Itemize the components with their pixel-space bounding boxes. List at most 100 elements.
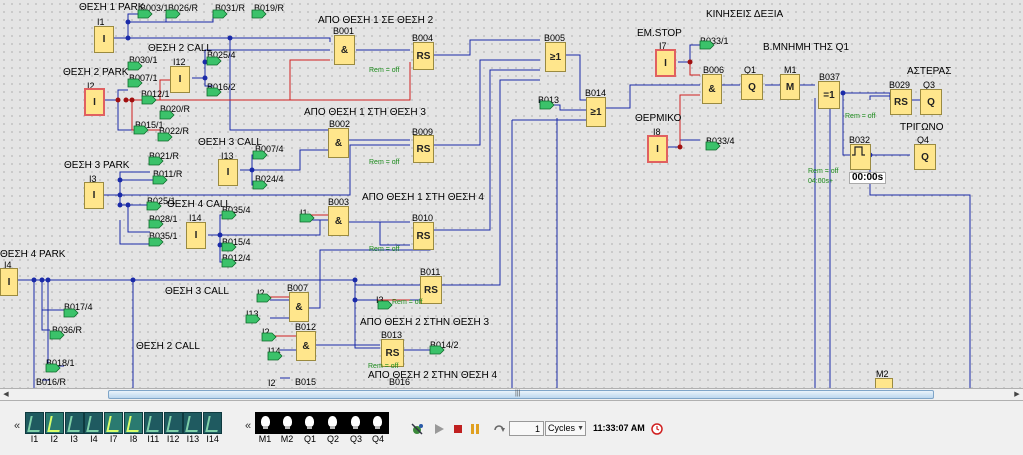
input-block-i12[interactable]: I: [170, 66, 190, 93]
switch-icon: [146, 416, 162, 432]
output-block-q3[interactable]: Q: [920, 89, 942, 115]
block-symbol: I: [93, 96, 96, 108]
ref-label: I3: [376, 295, 384, 305]
rs-block-b010[interactable]: RS: [413, 222, 434, 250]
input-toggle-i13[interactable]: [183, 412, 203, 434]
alarm-clock-icon[interactable]: [650, 422, 664, 436]
input-toggle-i7[interactable]: [104, 412, 124, 434]
block-symbol: &: [334, 215, 343, 227]
input-toggle-label: I3: [70, 434, 78, 444]
ref-label: B035/1: [149, 231, 178, 241]
lamp-m1-icon: [261, 416, 270, 429]
marker-block-m2[interactable]: [875, 378, 893, 388]
and-block-b007[interactable]: &: [289, 292, 309, 322]
ref-label: B017/4: [64, 302, 93, 312]
rs-block-b029[interactable]: RS: [890, 89, 912, 115]
input-toggle-i2[interactable]: [44, 412, 64, 434]
rs-block-b011[interactable]: RS: [420, 276, 442, 304]
switch-icon: [66, 416, 83, 432]
ref-label: B007/4: [255, 144, 284, 154]
input-block-i13[interactable]: I: [218, 159, 238, 186]
ref-label: B012/4: [222, 253, 251, 263]
xor-block-b037[interactable]: =1: [818, 81, 840, 109]
ref-label: B031/R: [215, 3, 246, 13]
output-block-q4[interactable]: Q: [914, 144, 936, 170]
scrollbar-thumb[interactable]: [108, 390, 934, 399]
ref-label: B015/4: [222, 237, 251, 247]
label-apo2-sti4: ΑΠΟ ΘΕΣΗ 2 ΣΤΗΝ ΘΕΣΗ 4: [368, 370, 498, 381]
input-toggle-label: I7: [109, 434, 118, 444]
ref-label: B024/4: [255, 174, 284, 184]
input-toggle-i12[interactable]: [163, 412, 183, 434]
block-symbol: Q: [927, 96, 935, 108]
input-block-i2[interactable]: I: [84, 88, 105, 116]
timer-block-b032[interactable]: [850, 144, 871, 170]
ref-label: B033/1: [700, 36, 729, 46]
output-block-q1[interactable]: Q: [741, 74, 763, 100]
input-toggle-i1[interactable]: [25, 412, 44, 434]
label-asteras: ΑΣΤΕΡΑΣ: [907, 66, 952, 77]
rem-label: Rem = off: [368, 363, 399, 370]
block-symbol: I: [656, 143, 659, 155]
output-label: M2: [280, 434, 294, 444]
and-block-b001[interactable]: &: [334, 35, 355, 65]
input-toggle-i3[interactable]: [64, 412, 84, 434]
cycles-input[interactable]: [509, 421, 544, 436]
ref-label: I2: [257, 288, 265, 298]
input-toggle-label: I13: [186, 434, 200, 444]
input-block-i4[interactable]: I: [0, 268, 18, 296]
play-icon[interactable]: [432, 422, 446, 436]
input-toggle-i11[interactable]: [143, 412, 163, 434]
ref-label: B011/R: [153, 169, 183, 179]
collapse-inputs-icon[interactable]: «: [14, 420, 20, 432]
and-block-b002[interactable]: &: [328, 128, 349, 158]
scroll-right-arrow-icon[interactable]: ▶: [1011, 389, 1023, 400]
input-block-i7[interactable]: I: [655, 49, 676, 77]
rem-label: Rem = off: [845, 113, 876, 120]
input-toggle-i14[interactable]: [203, 412, 223, 434]
horizontal-scrollbar[interactable]: ◀ ||| ▶: [0, 388, 1023, 401]
input-block-i3[interactable]: I: [84, 182, 104, 209]
ref-label: I2: [262, 327, 270, 337]
marker-block-m1[interactable]: M: [780, 74, 800, 100]
and-block-b012[interactable]: &: [296, 331, 316, 361]
input-block-i14[interactable]: I: [186, 222, 206, 249]
label-apo1-sti4: ΑΠΟ ΘΕΣΗ 1 ΣΤΗ ΘΕΣΗ 4: [362, 192, 484, 203]
stop-icon[interactable]: [451, 422, 465, 436]
label-thesi2-call: ΘΕΣΗ 2 CALL: [148, 43, 212, 54]
rs-block-b009[interactable]: RS: [413, 135, 434, 163]
scroll-left-arrow-icon[interactable]: ◀: [0, 389, 12, 400]
input-toggle-i8[interactable]: [124, 412, 143, 434]
or-block-b005[interactable]: ≥1: [545, 42, 566, 72]
diagram-canvas[interactable]: ΘΕΣΗ 1 PARK ΘΕΣΗ 2 CALL ΑΠΟ ΘΕΣΗ 1 ΣΕ ΘΕ…: [0, 0, 1023, 388]
or-block-b014[interactable]: ≥1: [586, 97, 606, 127]
output-label: Q2: [326, 434, 339, 444]
block-symbol: I: [102, 34, 106, 45]
ref-label: B007/1: [129, 73, 158, 83]
input-toggle-label: I2: [50, 434, 59, 444]
collapse-outputs-icon[interactable]: «: [245, 420, 251, 432]
satellite-connect-icon[interactable]: [410, 422, 424, 436]
pulse-icon: [852, 146, 865, 156]
label-thesi4-park: ΘΕΣΗ 4 PARK: [0, 249, 66, 260]
cycles-unit-select[interactable]: Cycles ▼: [545, 421, 586, 436]
input-toggle-i4[interactable]: [84, 412, 104, 434]
label-thesi3-park: ΘΕΣΗ 3 PARK: [64, 160, 130, 171]
and-block-b003[interactable]: &: [328, 206, 349, 236]
block-symbol: ≥1: [590, 106, 602, 118]
label-thermiko: ΘΕΡΜΙΚΟ: [635, 113, 682, 124]
rs-block-b004[interactable]: RS: [413, 42, 434, 70]
switch-icon: [47, 416, 63, 432]
block-symbol: I: [664, 57, 667, 69]
pause-icon[interactable]: [468, 422, 482, 436]
block-symbol: &: [708, 83, 716, 95]
input-block-i1[interactable]: I: [94, 26, 114, 53]
label-apo1-se2: ΑΠΟ ΘΕΣΗ 1 ΣΕ ΘΕΣΗ 2: [318, 15, 434, 26]
input-block-i8[interactable]: I: [647, 135, 668, 163]
label-thesi2-call-b: ΘΕΣΗ 2 CALL: [136, 341, 200, 352]
and-block-b006[interactable]: &: [702, 74, 722, 104]
output-label: Q4: [371, 434, 384, 444]
label-thesi1-park: ΘΕΣΗ 1 PARK: [79, 2, 145, 13]
cycle-step-icon[interactable]: [492, 422, 506, 436]
block-symbol: &: [340, 44, 349, 56]
